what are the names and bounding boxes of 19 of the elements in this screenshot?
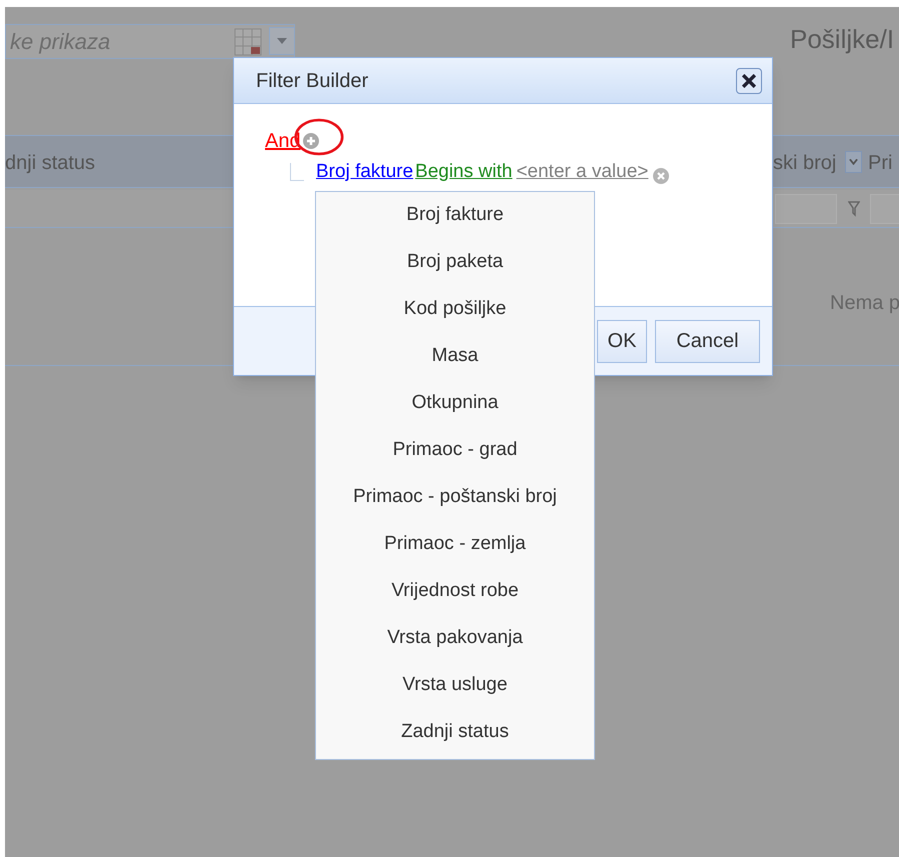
- value-link[interactable]: <enter a value>: [516, 158, 648, 186]
- ok-button[interactable]: OK: [597, 320, 647, 362]
- menu-item[interactable]: Vrijednost robe: [316, 568, 594, 615]
- page-title: Pošiljke/I: [790, 23, 894, 56]
- menu-item[interactable]: Vrsta pakovanja: [316, 615, 594, 662]
- menu-item[interactable]: Otkupnina: [316, 380, 594, 427]
- menu-item[interactable]: Masa: [316, 333, 594, 380]
- menu-item[interactable]: Vrsta usluge: [316, 662, 594, 709]
- menu-item[interactable]: Primaoc - grad: [316, 427, 594, 474]
- field-link[interactable]: Broj fakture: [316, 158, 414, 186]
- menu-item[interactable]: Primaoc - zemlja: [316, 521, 594, 568]
- dialog-title: Filter Builder: [256, 68, 368, 94]
- menu-item[interactable]: Broj fakture: [316, 192, 594, 239]
- menu-item[interactable]: Zadnji status: [316, 709, 594, 756]
- cancel-button[interactable]: Cancel: [655, 320, 760, 362]
- menu-item[interactable]: Broj paketa: [316, 239, 594, 286]
- operator-link[interactable]: Begins with: [415, 158, 512, 186]
- menu-item[interactable]: Primaoc - poštanski broj: [316, 474, 594, 521]
- menu-item[interactable]: Kod pošiljke: [316, 286, 594, 333]
